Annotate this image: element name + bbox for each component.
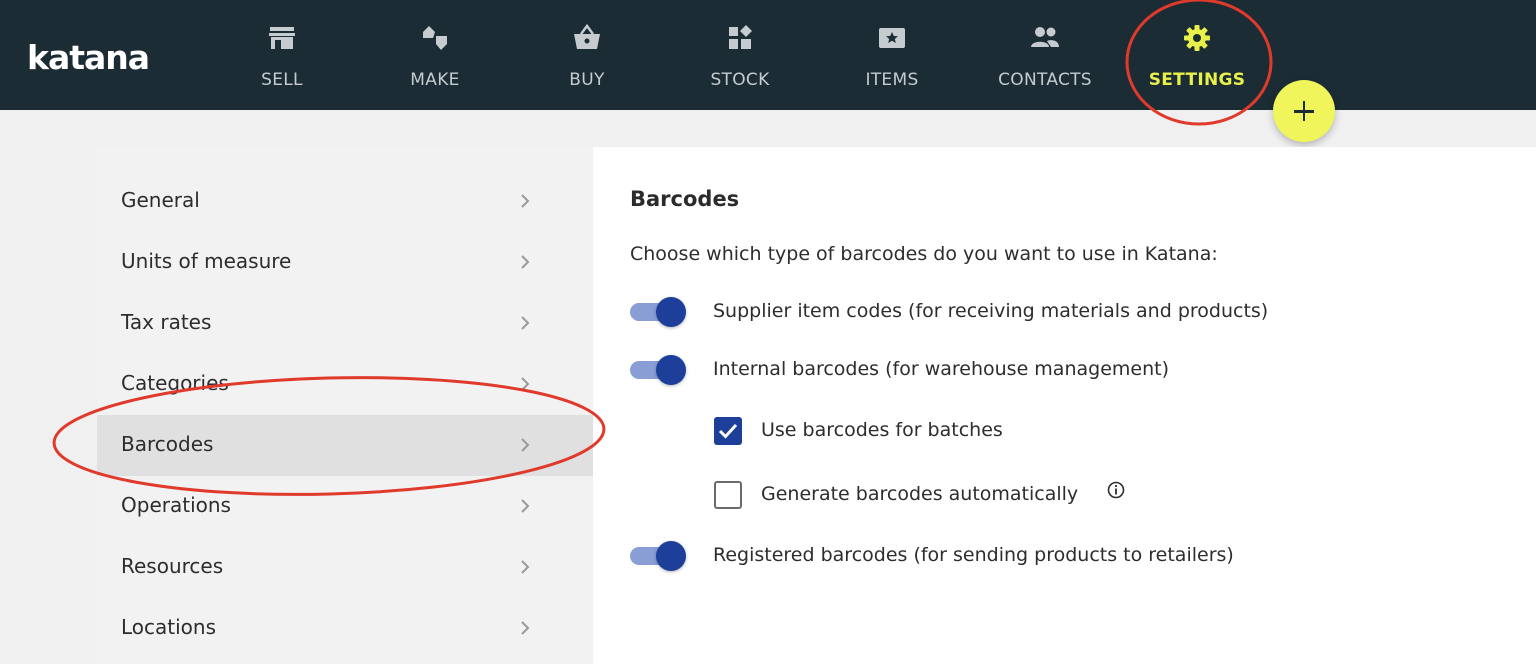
chevron-right-icon — [521, 621, 530, 635]
generate-barcodes-label: Generate barcodes automatically — [761, 483, 1079, 505]
nav-contacts[interactable]: CONTACTS — [980, 0, 1110, 110]
sidebar-item-label: Locations — [121, 615, 217, 639]
sidebar-item-resources[interactable]: Resources — [97, 537, 593, 598]
sidebar-item-label: Units of measure — [121, 249, 292, 273]
nav-items[interactable]: ITEMS — [827, 0, 957, 110]
basket-icon — [574, 23, 600, 49]
nav-label: ITEMS — [865, 70, 919, 90]
settings-sidebar: General Units of measure Tax rates Categ… — [97, 147, 593, 664]
chevron-right-icon — [521, 377, 530, 391]
batches-checkbox[interactable] — [714, 417, 742, 445]
sidebar-item-label: Categories — [121, 371, 229, 395]
add-button[interactable] — [1273, 80, 1335, 142]
sidebar-item-general[interactable]: General — [97, 171, 593, 232]
chevron-right-icon — [521, 560, 530, 574]
nav-label: STOCK — [710, 70, 770, 90]
chevron-right-icon — [521, 194, 530, 208]
toggle-knob — [656, 541, 686, 571]
chevron-right-icon — [521, 316, 530, 330]
sidebar-item-label: Operations — [121, 493, 231, 517]
info-icon[interactable] — [1107, 481, 1125, 499]
gear-icon — [1184, 25, 1210, 51]
nav-settings[interactable]: SETTINGS — [1132, 0, 1262, 110]
nav-label: BUY — [569, 70, 605, 90]
store-icon — [269, 27, 295, 49]
nav-sell[interactable]: SELL — [217, 0, 347, 110]
sidebar-item-label: Resources — [121, 554, 224, 578]
chevron-right-icon — [521, 438, 530, 452]
chevron-right-icon — [521, 255, 530, 269]
checkmark-icon — [718, 423, 738, 439]
barcodes-settings-panel: Barcodes Choose which type of barcodes d… — [593, 147, 1536, 664]
panel-description: Choose which type of barcodes do you wan… — [630, 243, 1218, 265]
sidebar-item-locations[interactable]: Locations — [97, 598, 593, 659]
chevron-right-icon — [521, 499, 530, 513]
nav-label: SELL — [261, 70, 303, 90]
stock-icon — [729, 25, 752, 49]
nav-label: MAKE — [410, 70, 460, 90]
nav-stock[interactable]: STOCK — [675, 0, 805, 110]
internal-barcodes-label: Internal barcodes (for warehouse managem… — [713, 358, 1169, 380]
registered-barcodes-label: Registered barcodes (for sending product… — [713, 544, 1234, 566]
nav-buy[interactable]: BUY — [522, 0, 652, 110]
sidebar-item-operations[interactable]: Operations — [97, 476, 593, 537]
nav-label: SETTINGS — [1148, 70, 1246, 90]
internal-barcodes-toggle[interactable] — [630, 353, 688, 387]
generate-barcodes-checkbox[interactable] — [714, 481, 742, 509]
supplier-codes-toggle[interactable] — [630, 295, 688, 329]
sidebar-item-tax-rates[interactable]: Tax rates — [97, 293, 593, 354]
batches-label: Use barcodes for batches — [761, 419, 1003, 441]
page-title: Barcodes — [630, 187, 740, 211]
toggle-knob — [656, 297, 686, 327]
sidebar-item-label: Barcodes — [121, 432, 214, 456]
people-icon — [1031, 27, 1059, 47]
make-icon — [423, 26, 447, 50]
plus-icon — [1302, 101, 1306, 121]
supplier-codes-label: Supplier item codes (for receiving mater… — [713, 300, 1269, 322]
katana-logo[interactable]: katana — [27, 38, 150, 77]
toggle-knob — [656, 355, 686, 385]
sidebar-item-units-of-measure[interactable]: Units of measure — [97, 232, 593, 293]
nav-label: CONTACTS — [998, 70, 1092, 90]
nav-make[interactable]: MAKE — [370, 0, 500, 110]
sidebar-item-label: General — [121, 188, 200, 212]
items-icon — [879, 28, 905, 48]
sidebar-item-label: Tax rates — [121, 310, 212, 334]
sidebar-item-categories[interactable]: Categories — [97, 354, 593, 415]
sidebar-item-barcodes[interactable]: Barcodes — [97, 415, 593, 476]
registered-barcodes-toggle[interactable] — [630, 539, 688, 573]
